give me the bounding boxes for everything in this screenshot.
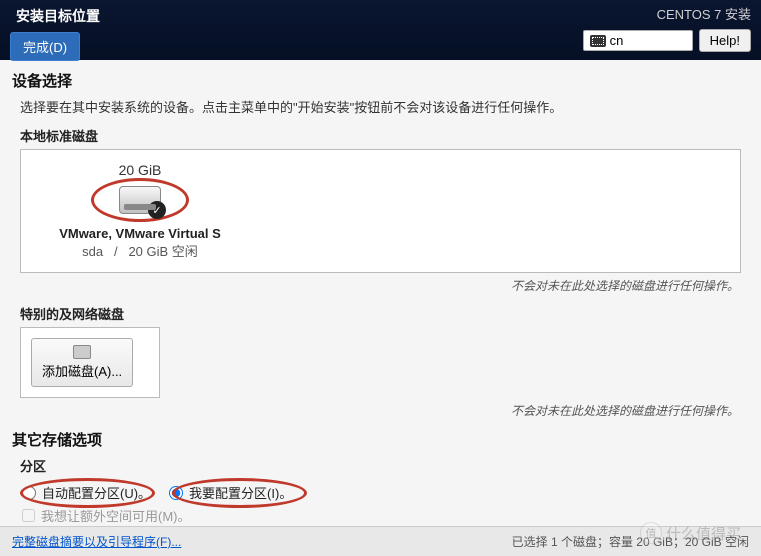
disk-note-1: 不会对未在此处选择的磁盘进行任何操作。 [12, 277, 739, 294]
disk-sep: / [114, 244, 118, 259]
language-code: cn [610, 33, 624, 48]
disk-icon-wrap: ✓ [35, 186, 245, 214]
check-icon: ✓ [148, 201, 166, 219]
network-disk-icon [73, 345, 91, 359]
radio-auto-partition[interactable]: 自动配置分区(U)。 [22, 483, 151, 502]
disk-id: sda [82, 244, 103, 259]
special-disks-heading: 特别的及网络磁盘 [20, 304, 749, 323]
device-selection-desc: 选择要在其中安装系统的设备。点击主菜单中的"开始安装"按钮前不会对该设备进行任何… [12, 97, 749, 116]
header-left: 安装目标位置 完成(D) [10, 4, 106, 56]
device-selection-title: 设备选择 [12, 70, 749, 91]
done-button[interactable]: 完成(D) [10, 32, 80, 61]
radio-manual-label: 我要配置分区(I)。 [189, 483, 292, 502]
page-title: 安装目标位置 [10, 4, 106, 28]
disk-summary-link[interactable]: 完整磁盘摘要以及引导程序(F)... [12, 533, 181, 550]
extra-space-row: 我想让额外空间可用(M)。 [22, 506, 749, 525]
disk-free: 20 GiB 空闲 [128, 244, 197, 259]
local-disks-box: 20 GiB ✓ VMware, VMware Virtual S sda / … [20, 149, 741, 273]
partition-radio-row: 自动配置分区(U)。 我要配置分区(I)。 [22, 483, 749, 502]
header-right: CENTOS 7 安装 cn Help! [583, 4, 751, 56]
header-controls: cn Help! [583, 29, 751, 52]
local-disks-heading: 本地标准磁盘 [20, 126, 749, 145]
add-disk-label: 添加磁盘(A)... [42, 361, 122, 380]
main-content: 设备选择 选择要在其中安装系统的设备。点击主菜单中的"开始安装"按钮前不会对该设… [0, 60, 761, 535]
partition-heading: 分区 [20, 456, 749, 475]
help-button[interactable]: Help! [699, 29, 751, 52]
add-disk-button[interactable]: 添加磁盘(A)... [31, 338, 133, 387]
radio-manual-input[interactable] [169, 486, 183, 500]
disk-size: 20 GiB [35, 162, 245, 178]
special-disks-box: 添加磁盘(A)... [20, 327, 160, 398]
radio-auto-label: 自动配置分区(U)。 [42, 483, 151, 502]
disk-note-2: 不会对未在此处选择的磁盘进行任何操作。 [12, 402, 739, 419]
other-storage-title: 其它存储选项 [12, 429, 749, 450]
language-selector[interactable]: cn [583, 30, 693, 51]
footer: 完整磁盘摘要以及引导程序(F)... 已选择 1 个磁盘；容量 20 GiB；2… [0, 526, 761, 556]
disk-detail: sda / 20 GiB 空闲 [35, 241, 245, 260]
keyboard-icon [590, 35, 606, 47]
footer-status: 已选择 1 个磁盘；容量 20 GiB；20 GiB 空闲 [512, 533, 749, 550]
disk-name: VMware, VMware Virtual S [35, 226, 245, 241]
header: 安装目标位置 完成(D) CENTOS 7 安装 cn Help! [0, 0, 761, 60]
disk-item[interactable]: 20 GiB ✓ VMware, VMware Virtual S sda / … [35, 162, 245, 260]
disk-icon: ✓ [119, 186, 161, 214]
radio-auto-input[interactable] [22, 486, 36, 500]
radio-manual-partition[interactable]: 我要配置分区(I)。 [169, 483, 292, 502]
extra-space-label: 我想让额外空间可用(M)。 [41, 506, 191, 525]
extra-space-checkbox [22, 509, 35, 522]
installer-label: CENTOS 7 安装 [657, 4, 751, 23]
